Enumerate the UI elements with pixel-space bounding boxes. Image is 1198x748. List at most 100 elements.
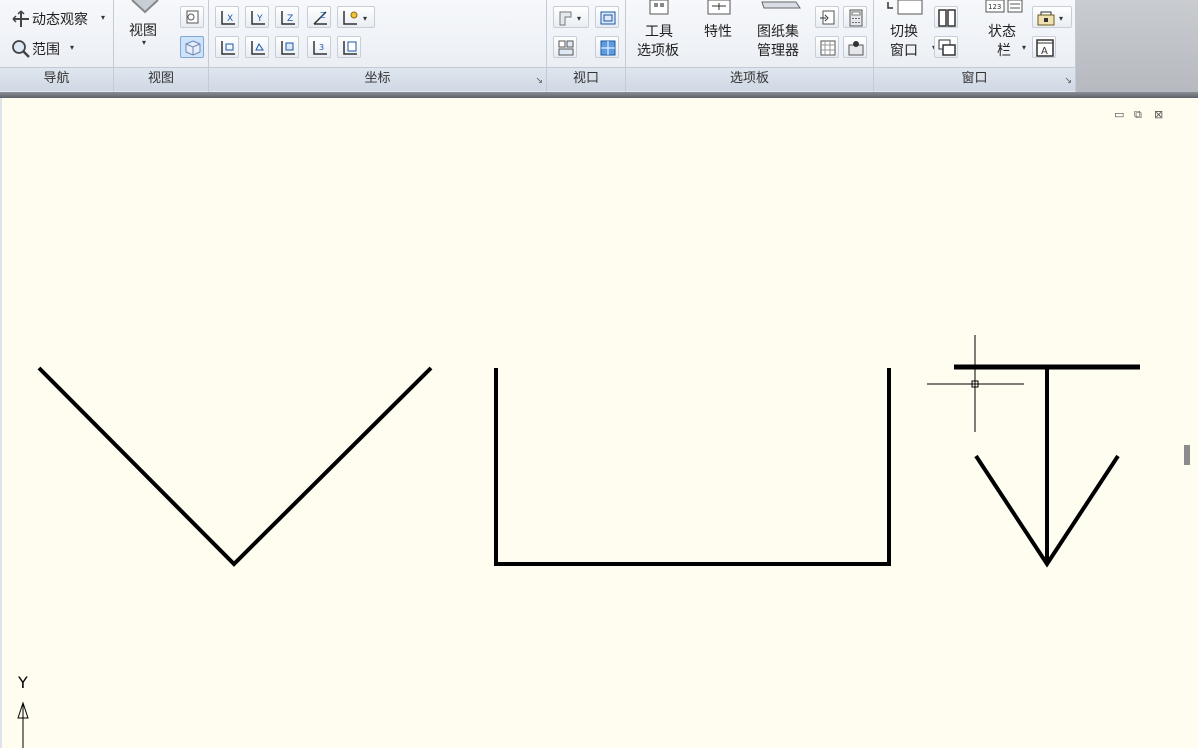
panel-coordinates: X Y Z Z ▾ 3 坐标 ↘	[209, 0, 547, 92]
sheetset-label-1: 图纸集	[757, 24, 799, 40]
dbconnect-button[interactable]	[843, 36, 867, 58]
panel-title-view: 视图	[114, 67, 208, 91]
status-bar-button[interactable]: 123 状态 栏 ▾	[978, 0, 1032, 62]
svg-text:▾: ▾	[577, 14, 581, 23]
cascade-icon	[938, 39, 956, 56]
design-center-button[interactable]	[815, 36, 839, 58]
svg-text:X: X	[227, 14, 233, 24]
ucs-named-icon	[343, 41, 357, 55]
tool-palettes-label-1: 工具	[645, 24, 673, 40]
switch-windows-label-2: 窗口	[890, 43, 918, 59]
svg-text:3: 3	[319, 43, 324, 52]
view-cube-icon	[131, 0, 159, 14]
ucs-3point-icon: 3	[313, 41, 327, 55]
ucs-x-icon: X	[221, 11, 235, 25]
named-views-icon	[186, 10, 199, 24]
cascade-button[interactable]	[934, 36, 958, 58]
minimize-icon[interactable]: ▭	[1114, 108, 1124, 121]
status-bar-label-1: 状态	[988, 24, 1016, 40]
ucs-face-button[interactable]	[245, 36, 269, 58]
ucs-3point-button[interactable]: 3	[307, 36, 331, 58]
markup-set-button[interactable]	[815, 6, 839, 28]
svg-text:Y: Y	[256, 14, 263, 24]
db-connect-icon	[848, 41, 864, 56]
chevron-down-icon: ▾	[142, 38, 147, 47]
tool-palettes-button[interactable]: 工具 选项板	[634, 0, 686, 62]
close-icon[interactable]: ⊠	[1154, 108, 1163, 121]
panel-palettes: 工具 选项板 特性 图纸集 管理器 选项板	[626, 0, 874, 92]
panel-launcher-icon[interactable]: ↘	[535, 76, 543, 86]
v-shape-polyline[interactable]	[37, 366, 433, 567]
panel-title-windows: 窗口	[874, 67, 1075, 91]
u-channel-polyline[interactable]	[494, 368, 891, 566]
panel-viewports: ▾ 视口	[547, 0, 626, 92]
svg-text:123: 123	[988, 3, 1001, 11]
extents-button[interactable]: 范围 ▾	[8, 38, 98, 60]
quickcalc-button[interactable]	[843, 6, 867, 28]
markup-icon	[820, 10, 835, 25]
crosshair-cursor	[927, 335, 1024, 432]
orbit-icon	[12, 10, 29, 27]
viewport-named-button[interactable]	[553, 36, 577, 58]
ucs-z-icon: Z	[281, 11, 295, 25]
panel-launcher-icon[interactable]: ↘	[1064, 76, 1072, 86]
switch-window-icon	[887, 0, 923, 15]
svg-text:▾: ▾	[363, 14, 367, 23]
cube-icon	[185, 40, 201, 56]
sheetset-label-2: 管理器	[757, 43, 799, 59]
extents-label: 范围	[32, 42, 60, 58]
switch-windows-label-1: 切换	[890, 24, 918, 40]
orbit-label: 动态观察	[32, 12, 88, 28]
ucs-named-button[interactable]	[337, 36, 361, 58]
panel-title-palettes: 选项板	[626, 67, 873, 91]
svg-text:Z: Z	[320, 11, 326, 20]
ucs-world-button[interactable]	[215, 36, 239, 58]
tile-vertical-button[interactable]	[934, 6, 958, 28]
ucs-world-icon	[221, 41, 235, 55]
ucs-zaxis-button[interactable]: Z	[307, 6, 331, 28]
chevron-down-icon[interactable]: ▾	[70, 43, 74, 52]
chevron-down-icon[interactable]: ▾	[1022, 43, 1026, 52]
text-window-button[interactable]: A	[1032, 36, 1056, 58]
calculator-icon	[849, 9, 863, 27]
lock-ui-button[interactable]: ▾	[1032, 6, 1072, 28]
lock-icon: ▾	[1037, 11, 1063, 26]
panel-title-viewports: 视口	[547, 67, 625, 91]
ucs-icon	[17, 701, 29, 748]
properties-icon	[707, 0, 731, 15]
design-center-icon	[820, 40, 836, 56]
visual-style-button[interactable]	[180, 36, 204, 58]
ucs-x-button[interactable]: X	[215, 6, 239, 28]
panel-view: 视图 ▾ 视图	[114, 0, 209, 92]
viewport-split-button[interactable]	[595, 36, 619, 58]
ucs-z-button[interactable]: Z	[275, 6, 299, 28]
svg-text:▾: ▾	[1059, 14, 1063, 23]
drawing-geometry	[17, 335, 1140, 748]
ribbon-empty-area	[1076, 0, 1198, 92]
restore-icon[interactable]: ⧉	[1134, 108, 1142, 122]
svg-text:A: A	[1041, 46, 1048, 57]
drawing-canvas[interactable]: Y	[2, 98, 1198, 748]
chevron-down-icon[interactable]: ▾	[101, 13, 105, 22]
ucs-object-button[interactable]: ▾	[337, 6, 375, 28]
sheetset-icon	[761, 1, 801, 9]
view-button[interactable]: 视图 ▾	[120, 0, 170, 60]
scrollbar-thumb[interactable]	[1184, 445, 1190, 465]
ucs-object-icon: ▾	[343, 11, 367, 25]
tool-palette-icon	[649, 0, 669, 15]
named-views-button[interactable]	[180, 6, 204, 28]
tile-vertical-icon	[938, 9, 956, 27]
status-bar-label-2: 栏	[997, 43, 1011, 59]
ucs-view-button[interactable]	[275, 36, 299, 58]
viewport-config-button[interactable]: ▾	[553, 6, 589, 28]
viewport-layout-icon: ▾	[559, 11, 581, 26]
orbit-button[interactable]: 动态观察 ▾	[8, 8, 112, 30]
properties-button[interactable]: 特性	[696, 0, 742, 62]
sheetset-manager-button[interactable]: 图纸集 管理器	[750, 0, 810, 62]
zoom-extents-icon	[12, 40, 30, 58]
view-label: 视图	[129, 23, 157, 39]
ucs-y-button[interactable]: Y	[245, 6, 269, 28]
panel-navigation: 动态观察 ▾ 范围 ▾ 导航	[0, 0, 114, 92]
viewport-named-icon	[558, 40, 574, 56]
viewport-join-button[interactable]	[595, 6, 619, 28]
